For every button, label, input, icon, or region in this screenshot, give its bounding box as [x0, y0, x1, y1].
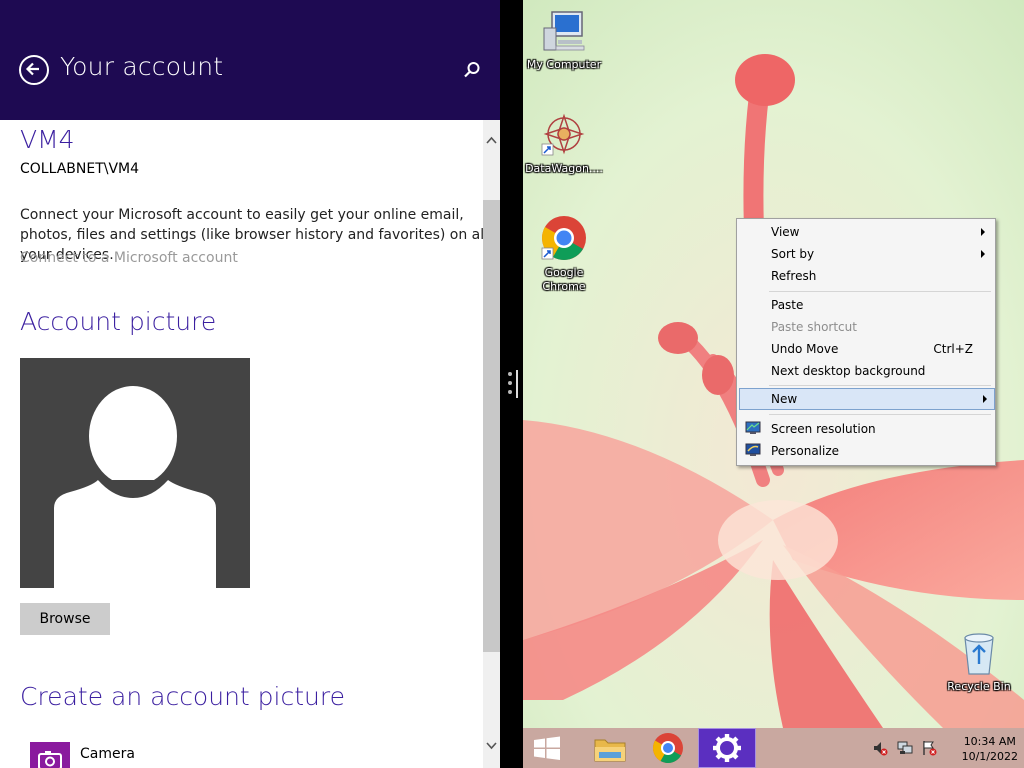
splitter-grip-dot: [508, 381, 512, 385]
user-domain: COLLABNET\VM4: [20, 161, 140, 177]
menu-item-label: Paste shortcut: [771, 320, 857, 334]
menu-item-label: Refresh: [771, 269, 817, 283]
system-clock[interactable]: 10:34 AM 10/1/2022: [962, 734, 1018, 764]
menu-separator: [769, 414, 991, 415]
menu-item-screen-resolution[interactable]: Screen resolution: [739, 418, 993, 440]
submenu-arrow-icon: [981, 228, 985, 236]
chrome-shortcut-icon: [541, 216, 586, 260]
computer-icon: [543, 11, 585, 51]
menu-item-paste-shortcut: Paste shortcut: [739, 316, 993, 338]
menu-item-label: Sort by: [771, 247, 815, 261]
personalize-icon: [745, 443, 761, 456]
clock-date: 10/1/2022: [961, 750, 1018, 763]
menu-item-label: Next desktop background: [771, 364, 926, 378]
menu-separator: [769, 291, 991, 292]
network-icon[interactable]: [897, 740, 913, 756]
desktop-icon-recycle-bin[interactable]: Recycle Bin: [939, 630, 1019, 694]
account-picture-heading: Account picture: [20, 307, 217, 336]
splitter-handle[interactable]: [516, 370, 518, 398]
submenu-arrow-icon: [983, 395, 987, 403]
back-arrow-icon: [25, 62, 39, 76]
datawagon-shortcut-icon: [541, 113, 585, 156]
desktop-icon-my-computer[interactable]: My Computer: [524, 8, 604, 72]
browse-button[interactable]: Browse: [20, 603, 110, 635]
desktop-context-menu: View Sort by Refresh Paste Paste shortcu…: [736, 218, 996, 466]
action-center-flag-icon[interactable]: [921, 740, 937, 756]
desktop-icon-label: Recycle Bin: [947, 680, 1011, 693]
settings-icon: [713, 734, 741, 762]
scroll-up-icon[interactable]: [486, 135, 497, 146]
desktop-icon-google-chrome[interactable]: Google Chrome: [524, 214, 604, 294]
menu-separator: [769, 385, 991, 386]
taskbar: 10:34 AM 10/1/2022: [523, 728, 1024, 768]
clock-time: 10:34 AM: [963, 735, 1016, 748]
menu-item-label: New: [771, 392, 798, 406]
chrome-icon: [652, 733, 683, 764]
desktop-icon-label: Google Chrome: [542, 266, 586, 293]
menu-item-new[interactable]: New: [739, 388, 995, 410]
snap-splitter[interactable]: [500, 0, 523, 768]
scrollbar-thumb[interactable]: [483, 200, 500, 652]
submenu-arrow-icon: [981, 250, 985, 258]
menu-item-next-desktop-background[interactable]: Next desktop background: [739, 360, 993, 382]
default-user-icon: [54, 386, 216, 588]
menu-item-refresh[interactable]: Refresh: [739, 265, 993, 287]
start-button[interactable]: [523, 728, 581, 768]
camera-icon: [38, 751, 62, 768]
settings-content: VM4 COLLABNET\VM4 Connect your Microsoft…: [0, 120, 500, 768]
screen-resolution-icon: [745, 421, 761, 434]
menu-item-view[interactable]: View: [739, 221, 993, 243]
splitter-grip-dot: [508, 372, 512, 376]
scroll-down-icon[interactable]: [486, 740, 497, 751]
create-account-picture-heading: Create an account picture: [20, 682, 345, 711]
start-icon: [534, 736, 560, 760]
file-explorer-icon: [594, 739, 626, 762]
back-button[interactable]: [19, 55, 49, 85]
search-icon[interactable]: [462, 60, 482, 80]
menu-item-paste[interactable]: Paste: [739, 294, 993, 316]
volume-muted-icon[interactable]: [872, 740, 888, 756]
menu-item-label: Screen resolution: [771, 422, 876, 436]
page-title: Your account: [60, 52, 224, 81]
splitter-grip-dot: [508, 390, 512, 394]
settings-header: Your account: [0, 0, 500, 120]
user-name: VM4: [20, 125, 75, 154]
taskbar-file-explorer[interactable]: [581, 728, 639, 768]
desktop-icon-datawagon[interactable]: DataWagon....: [524, 112, 604, 176]
camera-app-tile[interactable]: [30, 742, 70, 768]
menu-item-label: Paste: [771, 298, 804, 312]
recycle-bin-icon: [964, 633, 994, 675]
account-settings-pane: Your account VM4 COLLABNET\VM4 Connect y…: [0, 0, 500, 768]
desktop-icon-label: My Computer: [526, 58, 602, 71]
menu-item-label: Personalize: [771, 444, 840, 458]
desktop[interactable]: My Computer DataWagon.... Google Chrome: [523, 0, 1024, 768]
menu-item-sort-by[interactable]: Sort by: [739, 243, 993, 265]
taskbar-settings[interactable]: [698, 728, 756, 768]
menu-item-personalize[interactable]: Personalize: [739, 440, 993, 462]
vertical-scrollbar[interactable]: [483, 120, 500, 768]
menu-item-label: View: [771, 225, 800, 239]
connect-microsoft-account-link[interactable]: Connect to a Microsoft account: [20, 250, 238, 266]
account-picture: [20, 358, 250, 588]
desktop-icon-label: DataWagon....: [525, 162, 603, 175]
taskbar-chrome[interactable]: [639, 728, 697, 768]
menu-item-label: Undo Move: [771, 342, 839, 356]
menu-item-shortcut: Ctrl+Z: [933, 342, 973, 356]
camera-label[interactable]: Camera: [80, 746, 135, 762]
menu-item-undo-move[interactable]: Undo Move Ctrl+Z: [739, 338, 993, 360]
